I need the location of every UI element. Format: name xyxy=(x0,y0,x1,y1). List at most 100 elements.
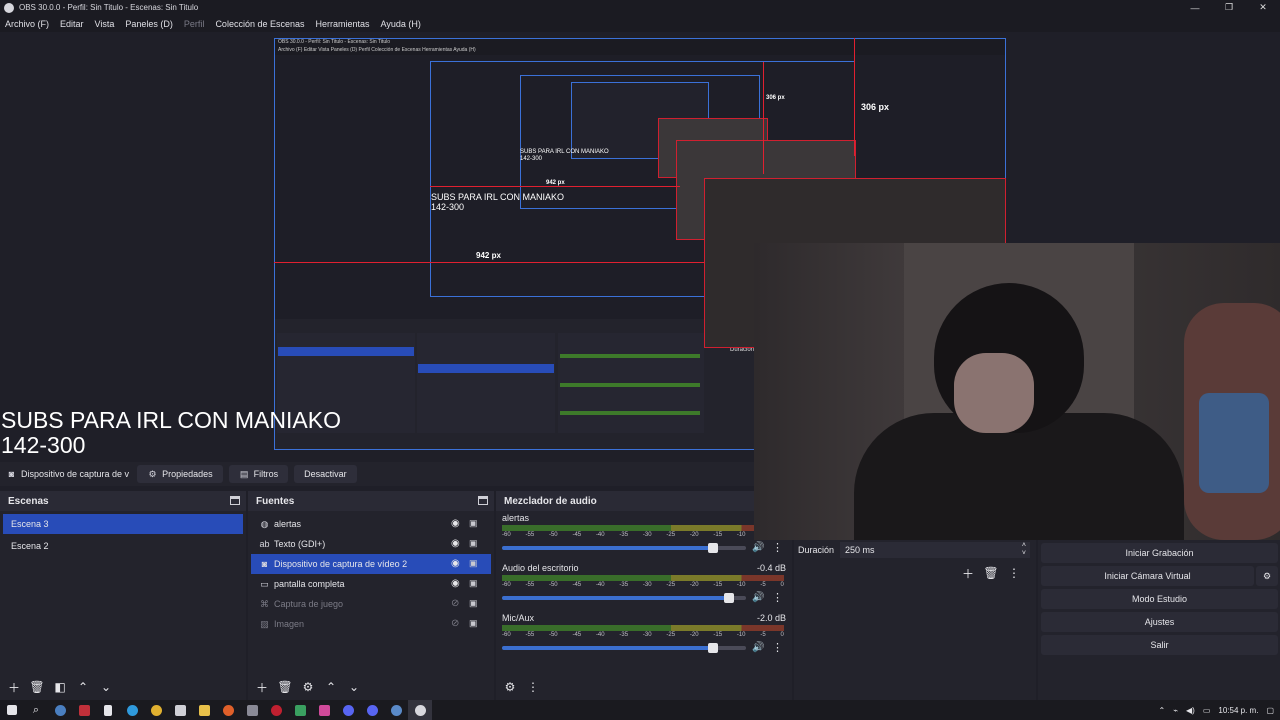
steam-icon[interactable] xyxy=(48,700,72,720)
duration-input[interactable]: 250 ms ˄ ˅ xyxy=(840,542,1030,558)
add-source-button[interactable]: ＋ xyxy=(252,677,272,697)
document-icon[interactable] xyxy=(96,700,120,720)
virtual-cam-settings-button[interactable]: ⚙ xyxy=(1256,566,1278,586)
move-down-icon[interactable]: ⌄ xyxy=(344,677,364,697)
menu-paneles[interactable]: Paneles (D) xyxy=(125,19,173,29)
lock-icon[interactable]: ▣ xyxy=(469,598,479,610)
app-grey-icon[interactable] xyxy=(240,700,264,720)
move-up-icon[interactable]: ⌃ xyxy=(73,677,93,697)
keyboard-icon[interactable]: ▭ xyxy=(1203,706,1211,715)
speaker-icon[interactable]: 🔊 xyxy=(752,542,764,553)
spinner-icon[interactable]: ˄ ˅ xyxy=(1022,542,1026,558)
trash-icon[interactable]: 🗑 xyxy=(981,563,1001,583)
menu-herramientas[interactable]: Herramientas xyxy=(316,19,370,29)
chevron-up-icon[interactable]: ⌃ xyxy=(1158,706,1165,715)
app-white-icon[interactable] xyxy=(168,700,192,720)
move-up-icon[interactable]: ⌃ xyxy=(321,677,341,697)
more-options-icon[interactable]: ⋮ xyxy=(523,677,543,697)
add-scene-button[interactable]: ＋ xyxy=(4,677,24,697)
opera-icon[interactable] xyxy=(264,700,288,720)
app-pink-icon[interactable] xyxy=(312,700,336,720)
network-icon[interactable]: ⌁ xyxy=(1173,706,1178,715)
eye-hidden-icon[interactable]: ⊘ xyxy=(451,618,463,630)
lock-icon[interactable]: ▣ xyxy=(469,538,479,550)
eye-icon[interactable]: ◉ xyxy=(451,538,463,550)
edge-icon[interactable] xyxy=(120,700,144,720)
deactivate-button[interactable]: Desactivar xyxy=(294,465,357,483)
start-recording-button[interactable]: Iniciar Grabación xyxy=(1041,543,1278,563)
discord-icon[interactable] xyxy=(336,700,360,720)
lock-icon[interactable]: ▣ xyxy=(469,578,479,590)
chrome-icon[interactable] xyxy=(144,700,168,720)
meter-tick-label: 0 xyxy=(780,582,784,588)
undock-icon[interactable] xyxy=(478,496,488,505)
source-item[interactable]: ⌘ Captura de juego ⊘ ▣ xyxy=(251,594,491,614)
source-item[interactable]: ▭ pantalla completa ◉ ▣ xyxy=(251,574,491,594)
eye-icon[interactable]: ◉ xyxy=(451,578,463,590)
volume-slider[interactable] xyxy=(502,593,746,603)
move-down-icon[interactable]: ⌄ xyxy=(96,677,116,697)
lock-icon[interactable]: ▣ xyxy=(469,618,479,630)
folder-icon[interactable] xyxy=(192,700,216,720)
speaker-icon[interactable]: 🔊 xyxy=(752,592,764,603)
steam-alt-icon[interactable] xyxy=(384,700,408,720)
menu-editar[interactable]: Editar xyxy=(60,19,84,29)
studio-mode-button[interactable]: Modo Estudio xyxy=(1041,589,1278,609)
obs-icon[interactable] xyxy=(408,700,432,720)
exit-button[interactable]: Salir xyxy=(1041,635,1278,655)
scene-item[interactable]: Escena 2 xyxy=(3,536,243,556)
webcam-video-source[interactable] xyxy=(754,243,1280,540)
lock-icon[interactable]: ▣ xyxy=(469,518,479,530)
close-button[interactable]: ✕ xyxy=(1246,0,1280,15)
properties-button[interactable]: ⚙ Propiedades xyxy=(137,465,223,483)
source-item[interactable]: ◍ alertas ◉ ▣ xyxy=(251,514,491,534)
menu-ayuda[interactable]: Ayuda (H) xyxy=(381,19,421,29)
speaker-icon[interactable]: 🔊 xyxy=(752,642,764,653)
source-item[interactable]: ab Texto (GDI+) ◉ ▣ xyxy=(251,534,491,554)
add-transition-button[interactable]: ＋ xyxy=(958,563,978,583)
scene-item[interactable]: Escena 3 xyxy=(3,514,243,534)
menu-coleccion-escenas[interactable]: Colección de Escenas xyxy=(215,19,304,29)
meter-tick-label: -45 xyxy=(572,582,582,588)
eye-icon[interactable]: ◉ xyxy=(451,558,463,570)
volume-slider[interactable] xyxy=(502,643,746,653)
more-options-icon[interactable]: ⋮ xyxy=(772,641,783,654)
more-options-icon[interactable]: ⋮ xyxy=(1004,563,1024,583)
app-red-icon[interactable] xyxy=(72,700,96,720)
gear-icon[interactable]: ⚙ xyxy=(298,677,318,697)
menu-vista[interactable]: Vista xyxy=(95,19,115,29)
volume-icon[interactable]: ◀) xyxy=(1186,706,1195,715)
menu-perfil[interactable]: Perfil xyxy=(184,19,205,29)
app-colorful-icon[interactable] xyxy=(288,700,312,720)
start-virtual-cam-button[interactable]: Iniciar Cámara Virtual xyxy=(1041,566,1254,586)
guide-horizontal-1 xyxy=(274,262,704,263)
lock-icon[interactable]: ▣ xyxy=(469,558,479,570)
eye-icon[interactable]: ◉ xyxy=(451,518,463,530)
maximize-button[interactable]: ❐ xyxy=(1212,0,1246,15)
discord-ptb-icon[interactable] xyxy=(360,700,384,720)
slider-knob[interactable] xyxy=(707,643,718,653)
eye-hidden-icon[interactable]: ⊘ xyxy=(451,598,463,610)
search-icon[interactable]: ⌕ xyxy=(24,700,48,720)
volume-slider[interactable] xyxy=(502,543,746,553)
settings-button[interactable]: Ajustes xyxy=(1041,612,1278,632)
windows-start-icon[interactable] xyxy=(0,700,24,720)
minimize-button[interactable]: — xyxy=(1178,0,1212,15)
source-item[interactable]: ◙ Dispositivo de captura de vídeo 2 ◉ ▣ xyxy=(251,554,491,574)
more-options-icon[interactable]: ⋮ xyxy=(772,591,783,604)
undock-icon[interactable] xyxy=(230,496,240,505)
menu-archivo[interactable]: Archivo (F) xyxy=(5,19,49,29)
scene-filters-icon[interactable]: ◧ xyxy=(50,677,70,697)
source-item[interactable]: ▨ Imagen ⊘ ▣ xyxy=(251,614,491,634)
meter-tick-label: -55 xyxy=(525,532,535,538)
slider-knob[interactable] xyxy=(707,543,718,553)
filters-button[interactable]: ▤ Filtros xyxy=(228,465,289,483)
clock-time[interactable]: 10:54 p. m. xyxy=(1218,706,1258,715)
trash-icon[interactable]: 🗑 xyxy=(275,677,295,697)
gear-icon[interactable]: ⚙ xyxy=(500,677,520,697)
notification-icon[interactable]: ▢ xyxy=(1266,706,1274,715)
trash-icon[interactable]: 🗑 xyxy=(27,677,47,697)
more-options-icon[interactable]: ⋮ xyxy=(772,541,783,554)
firefox-icon[interactable] xyxy=(216,700,240,720)
slider-knob[interactable] xyxy=(724,593,735,603)
